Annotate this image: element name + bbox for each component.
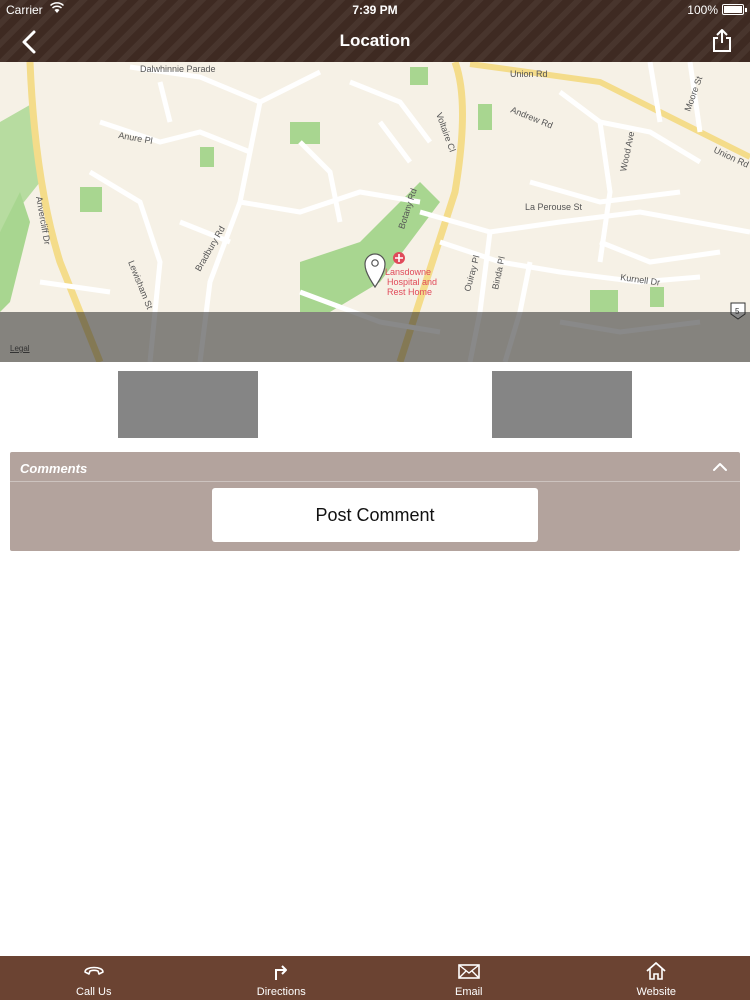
- location-screen: Carrier 7:39 PM 100% Location Dalwhinnie…: [0, 0, 750, 1000]
- tab-email[interactable]: Email: [375, 956, 563, 1000]
- map-label: Rest Home: [387, 287, 432, 297]
- map-view[interactable]: Dalwhinnie Parade Union Rd Andrew Rd Moo…: [0, 62, 750, 362]
- map-legal-link[interactable]: Legal: [10, 344, 30, 353]
- phone-icon: [83, 966, 104, 975]
- map-label: Union Rd: [510, 69, 548, 79]
- chevron-up-icon[interactable]: [712, 460, 728, 474]
- park-area: [200, 147, 214, 167]
- park-area: [290, 122, 320, 144]
- envelope-icon: [457, 964, 480, 979]
- status-bar: Carrier 7:39 PM 100%: [0, 0, 750, 20]
- map-label: Voltaire Cl: [434, 111, 457, 153]
- map-label: Lewisham St: [126, 259, 155, 311]
- battery-percent: 100%: [687, 3, 718, 17]
- post-comment-button[interactable]: Post Comment: [212, 488, 538, 542]
- park-area: [410, 67, 428, 85]
- tab-call-us[interactable]: Call Us: [0, 956, 188, 1000]
- comments-header[interactable]: Comments: [10, 452, 740, 482]
- map-label: Lansdowne: [385, 267, 431, 277]
- page-title: Location: [339, 31, 411, 50]
- tab-label: Directions: [256, 986, 306, 998]
- tab-label: Website: [636, 986, 677, 998]
- share-icon[interactable]: [710, 28, 734, 54]
- tab-directions[interactable]: Directions: [188, 956, 376, 1000]
- map-label: Wood Ave: [618, 131, 636, 173]
- comments-panel: Comments Post Comment: [10, 452, 740, 551]
- park-area: [80, 187, 102, 212]
- status-time: 7:39 PM: [352, 3, 398, 17]
- map-label: Dalwhinnie Parade: [140, 64, 216, 74]
- map-overlay: [0, 312, 750, 362]
- park-area: [478, 104, 492, 130]
- comments-title: Comments: [20, 461, 88, 476]
- tab-website[interactable]: Website: [563, 956, 750, 1000]
- park-area: [650, 287, 664, 307]
- map-label: Andrew Rd: [509, 105, 554, 131]
- tab-label: Call Us: [76, 986, 112, 998]
- battery-icon: [722, 4, 747, 15]
- map-label: Kurnell Dr: [620, 272, 661, 287]
- action-tile-right[interactable]: [492, 371, 632, 438]
- map-label: Moore St: [682, 74, 704, 112]
- home-icon: [646, 962, 666, 980]
- bottom-tab-bar: Call Us Directions Email Website: [0, 956, 750, 1000]
- map-label: La Perouse St: [525, 202, 583, 212]
- map-label: Anure Pl: [118, 130, 154, 146]
- park-area: [590, 290, 618, 312]
- map-label: Hospital and: [387, 277, 437, 287]
- top-bar: Carrier 7:39 PM 100% Location: [0, 0, 750, 62]
- map-label: Ouiray Pl: [462, 254, 481, 292]
- directions-arrow-icon: [275, 965, 288, 980]
- action-tile-left[interactable]: [118, 371, 258, 438]
- tab-label: Email: [454, 986, 483, 998]
